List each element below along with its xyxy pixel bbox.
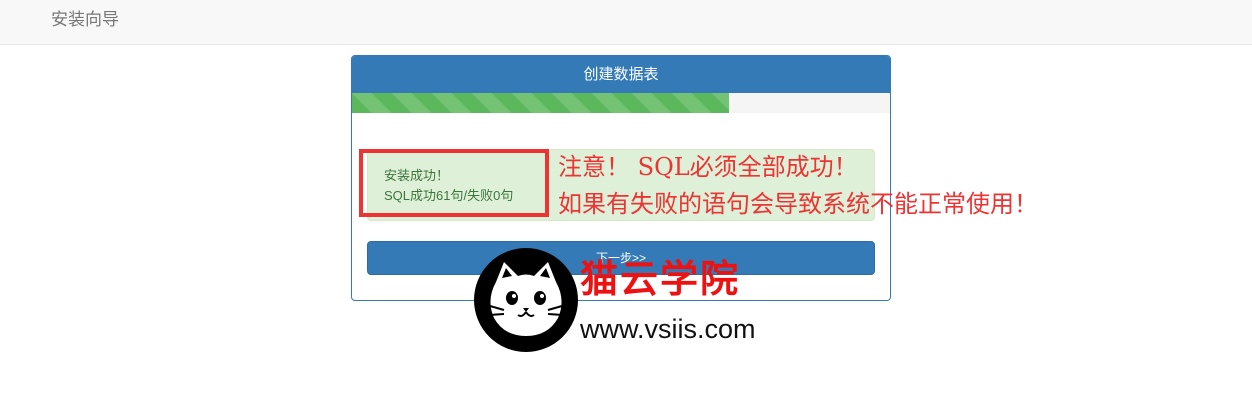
cat-logo-icon [474, 248, 578, 352]
annotation-line-2: 如果有失败的语句会导致系统不能正常使用！ [558, 190, 1038, 218]
panel-title: 创建数据表 [352, 56, 890, 93]
top-navbar: 安装向导 [0, 0, 1252, 45]
watermark-url: www.vsiis.com [580, 314, 756, 344]
navbar-brand[interactable]: 安装向导 [51, 10, 119, 30]
highlight-box [359, 149, 549, 217]
annotation-line-1: 注意！ SQL必须全部成功！ [558, 153, 858, 181]
watermark-title: 猫云学院 [580, 259, 741, 301]
progress-bar [352, 93, 729, 113]
progress-track [352, 93, 890, 113]
